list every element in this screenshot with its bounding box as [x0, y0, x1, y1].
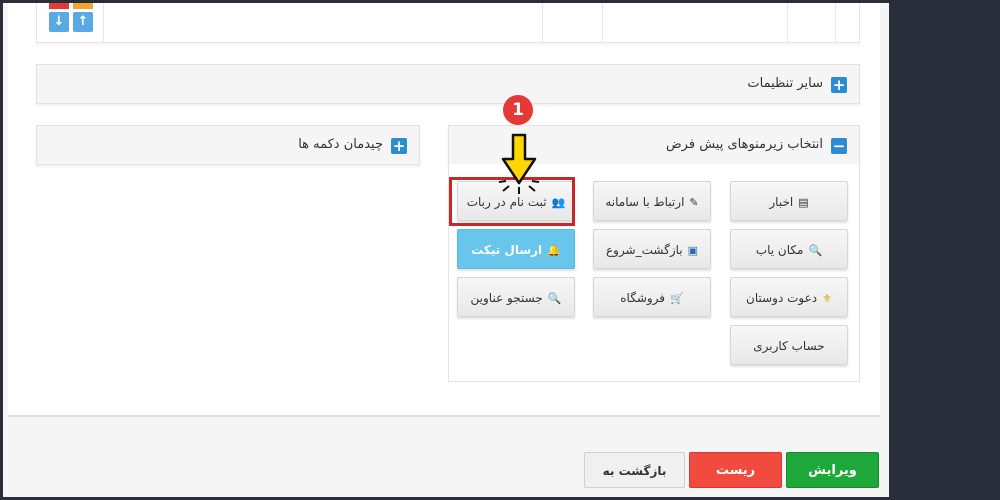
search-icon: 🔍 [547, 292, 562, 305]
table-tab-orange [73, 3, 93, 9]
dark-sidebar [889, 3, 997, 497]
menu-table: ↓ ↑ [36, 3, 860, 43]
screenshot-canvas: ↓ ↑ + سایر تنظیمات + چیدمان دکمه ها − ان… [0, 0, 1000, 500]
bell-icon: 🔔 [547, 244, 561, 257]
table-column-divider [787, 3, 788, 43]
plus-icon[interactable]: + [831, 77, 847, 93]
news-icon: ▤ [798, 196, 809, 209]
search-icon: 🔍 [808, 244, 823, 257]
table-column-divider [602, 3, 603, 43]
page-frame: ↓ ↑ + سایر تنظیمات + چیدمان دکمه ها − ان… [3, 3, 997, 497]
menu-button-send-ticket[interactable]: 🔔ارسال تیکت [457, 229, 575, 269]
table-tab-red [49, 3, 69, 9]
menu-button-invite[interactable]: ⚜دعوت دوستان [730, 277, 848, 317]
menu-button-shop[interactable]: 🛒فروشگاه [593, 277, 711, 317]
menu-button-back-to-start[interactable]: ▣بازگشت_شروع [593, 229, 711, 269]
pointer-arrow-icon [498, 133, 540, 194]
step-badge: 1 [503, 95, 533, 125]
back-icon: ▣ [687, 244, 699, 257]
move-up-icon[interactable]: ↑ [73, 12, 93, 32]
reset-button[interactable]: ریست [689, 452, 782, 488]
menu-button-search-titles[interactable]: 🔍جستجو عناوین [457, 277, 575, 317]
invite-icon: ⚜ [822, 292, 832, 305]
minus-icon[interactable]: − [831, 138, 847, 154]
back-to-list-button[interactable]: بازگشت به لیست [584, 452, 685, 488]
other-settings-header[interactable]: + سایر تنظیمات [36, 64, 860, 104]
cart-icon: 🛒 [670, 292, 684, 305]
menu-button-news[interactable]: ▤اخبار [730, 181, 848, 221]
button-layout-header[interactable]: + چیدمان دکمه ها [36, 125, 420, 165]
menu-button-account[interactable]: حساب کاربری [730, 325, 848, 365]
edit-button[interactable]: ویرایش [786, 452, 879, 488]
contact-icon: ✎ [689, 196, 699, 209]
button-layout-title: چیدمان دکمه ها [298, 137, 383, 152]
menu-button-locator[interactable]: 🔍مکان یاب [730, 229, 848, 269]
table-column-divider [835, 3, 836, 43]
table-column-divider [542, 3, 543, 43]
plus-icon[interactable]: + [391, 138, 407, 154]
other-settings-title: سایر تنظیمات [747, 76, 823, 91]
default-submenus-title: انتخاب زیرمنوهای پیش فرض [665, 137, 823, 152]
menu-button-contact[interactable]: ✎ارتباط با سامانه [593, 181, 711, 221]
settings-card: ↓ ↑ + سایر تنظیمات + چیدمان دکمه ها − ان… [8, 3, 880, 417]
table-column-divider [103, 3, 104, 43]
move-down-icon[interactable]: ↓ [49, 12, 69, 32]
